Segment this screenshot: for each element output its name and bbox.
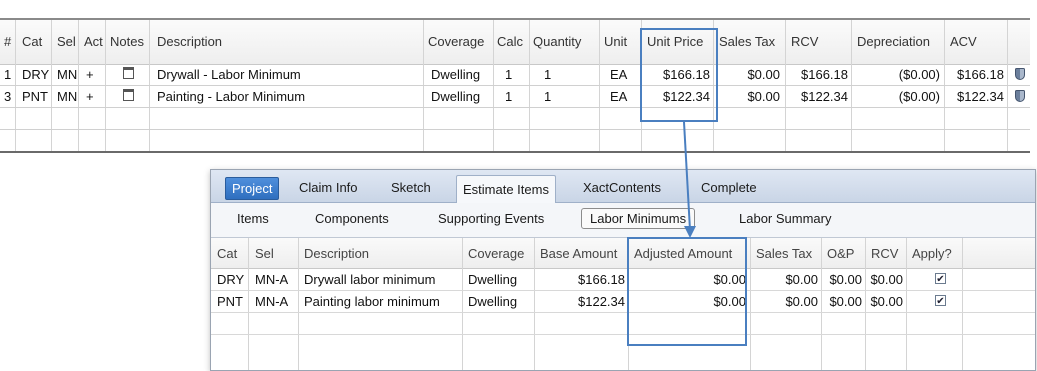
tab-sketch[interactable]: Sketch xyxy=(385,176,437,200)
tab-project[interactable]: Project xyxy=(225,177,280,200)
table-row[interactable]: 3 PNT MN + Painting - Labor Minimum Dwel… xyxy=(0,86,1030,108)
subtab-supporting-events[interactable]: Supporting Events xyxy=(438,211,544,226)
row-rcv: $122.34 xyxy=(801,89,848,104)
subtab-labor-summary[interactable]: Labor Summary xyxy=(739,211,831,226)
row-depreciation: ($0.00) xyxy=(898,67,940,82)
row-depreciation: ($0.00) xyxy=(898,89,940,104)
row-rcv: $0.00 xyxy=(870,294,903,309)
tab-claim-info[interactable]: Claim Info xyxy=(293,176,364,200)
notes-icon[interactable] xyxy=(123,89,134,101)
apply-checkbox[interactable]: ✔ xyxy=(935,273,946,285)
row-description: Drywall labor minimum xyxy=(304,272,436,287)
tab-estimate-items[interactable]: Estimate Items xyxy=(456,175,556,203)
empty-row[interactable] xyxy=(211,313,1035,335)
row-calc[interactable]: 1 xyxy=(505,89,512,104)
empty-row[interactable] xyxy=(0,108,1030,130)
row-acv: $166.18 xyxy=(957,67,1004,82)
row-sales-tax: $0.00 xyxy=(747,67,780,82)
row-act[interactable]: + xyxy=(86,89,94,104)
row-sel[interactable]: MN xyxy=(57,67,77,82)
row-calc[interactable]: 1 xyxy=(505,67,512,82)
row-number: 1 xyxy=(4,67,12,82)
estimate-items-panel: Project Claim Info Sketch Estimate Items… xyxy=(210,169,1036,371)
subtab-components[interactable]: Components xyxy=(315,211,389,226)
notes-icon[interactable] xyxy=(123,67,134,79)
row-cat[interactable]: PNT xyxy=(22,89,48,104)
table-row[interactable]: PNT MN-A Painting labor minimum Dwelling… xyxy=(211,291,1035,313)
row-sel: MN-A xyxy=(255,294,289,309)
row-act[interactable]: + xyxy=(86,67,94,82)
row-sel[interactable]: MN xyxy=(57,89,77,104)
main-tab-bar: Project Claim Info Sketch Estimate Items… xyxy=(211,170,1035,203)
row-number: 3 xyxy=(4,89,12,104)
row-coverage[interactable]: Dwelling xyxy=(431,67,480,82)
row-acv: $122.34 xyxy=(957,89,1004,104)
row-cat: DRY xyxy=(217,272,245,287)
row-description: Painting labor minimum xyxy=(304,294,440,309)
row-cat: PNT xyxy=(217,294,243,309)
tab-xactcontents[interactable]: XactContents xyxy=(577,176,667,200)
row-coverage[interactable]: Dwelling xyxy=(431,89,480,104)
row-coverage: Dwelling xyxy=(468,294,518,309)
row-cat[interactable]: DRY xyxy=(22,67,49,82)
line-items-grid: # Cat Sel Act Notes Description Coverage… xyxy=(0,18,1030,153)
row-rcv: $166.18 xyxy=(801,67,848,82)
row-base-amount: $122.34 xyxy=(578,294,625,309)
table-row[interactable]: DRY MN-A Drywall labor minimum Dwelling … xyxy=(211,269,1035,291)
row-coverage: Dwelling xyxy=(468,272,518,287)
row-description[interactable]: Drywall - Labor Minimum xyxy=(157,67,301,82)
row-unit-price[interactable]: $122.34 xyxy=(642,89,710,104)
row-quantity[interactable]: 1 xyxy=(544,67,551,82)
row-sales-tax: $0.00 xyxy=(785,272,818,287)
row-sales-tax: $0.00 xyxy=(785,294,818,309)
subtab-items[interactable]: Items xyxy=(237,211,269,226)
row-unit[interactable]: EA xyxy=(610,67,627,82)
row-quantity[interactable]: 1 xyxy=(544,89,551,104)
tab-complete[interactable]: Complete xyxy=(695,176,763,200)
subtab-labor-minimums[interactable]: Labor Minimums xyxy=(581,208,696,229)
sub-tab-bar: Items Components Supporting Events Labor… xyxy=(211,203,1035,238)
row-sel: MN-A xyxy=(255,272,289,287)
row-sales-tax: $0.00 xyxy=(747,89,780,104)
shield-icon[interactable] xyxy=(1015,68,1025,80)
row-op: $0.00 xyxy=(829,272,862,287)
row-op: $0.00 xyxy=(829,294,862,309)
row-base-amount: $166.18 xyxy=(578,272,625,287)
row-rcv: $0.00 xyxy=(870,272,903,287)
row-unit[interactable]: EA xyxy=(610,89,627,104)
row-adjusted-amount[interactable]: $0.00 xyxy=(629,294,746,309)
row-adjusted-amount[interactable]: $0.00 xyxy=(629,272,746,287)
apply-checkbox[interactable]: ✔ xyxy=(935,295,946,307)
row-description[interactable]: Painting - Labor Minimum xyxy=(157,89,305,104)
table-row[interactable]: 1 DRY MN + Drywall - Labor Minimum Dwell… xyxy=(0,64,1030,86)
row-unit-price[interactable]: $166.18 xyxy=(642,67,710,82)
shield-icon[interactable] xyxy=(1015,90,1025,102)
